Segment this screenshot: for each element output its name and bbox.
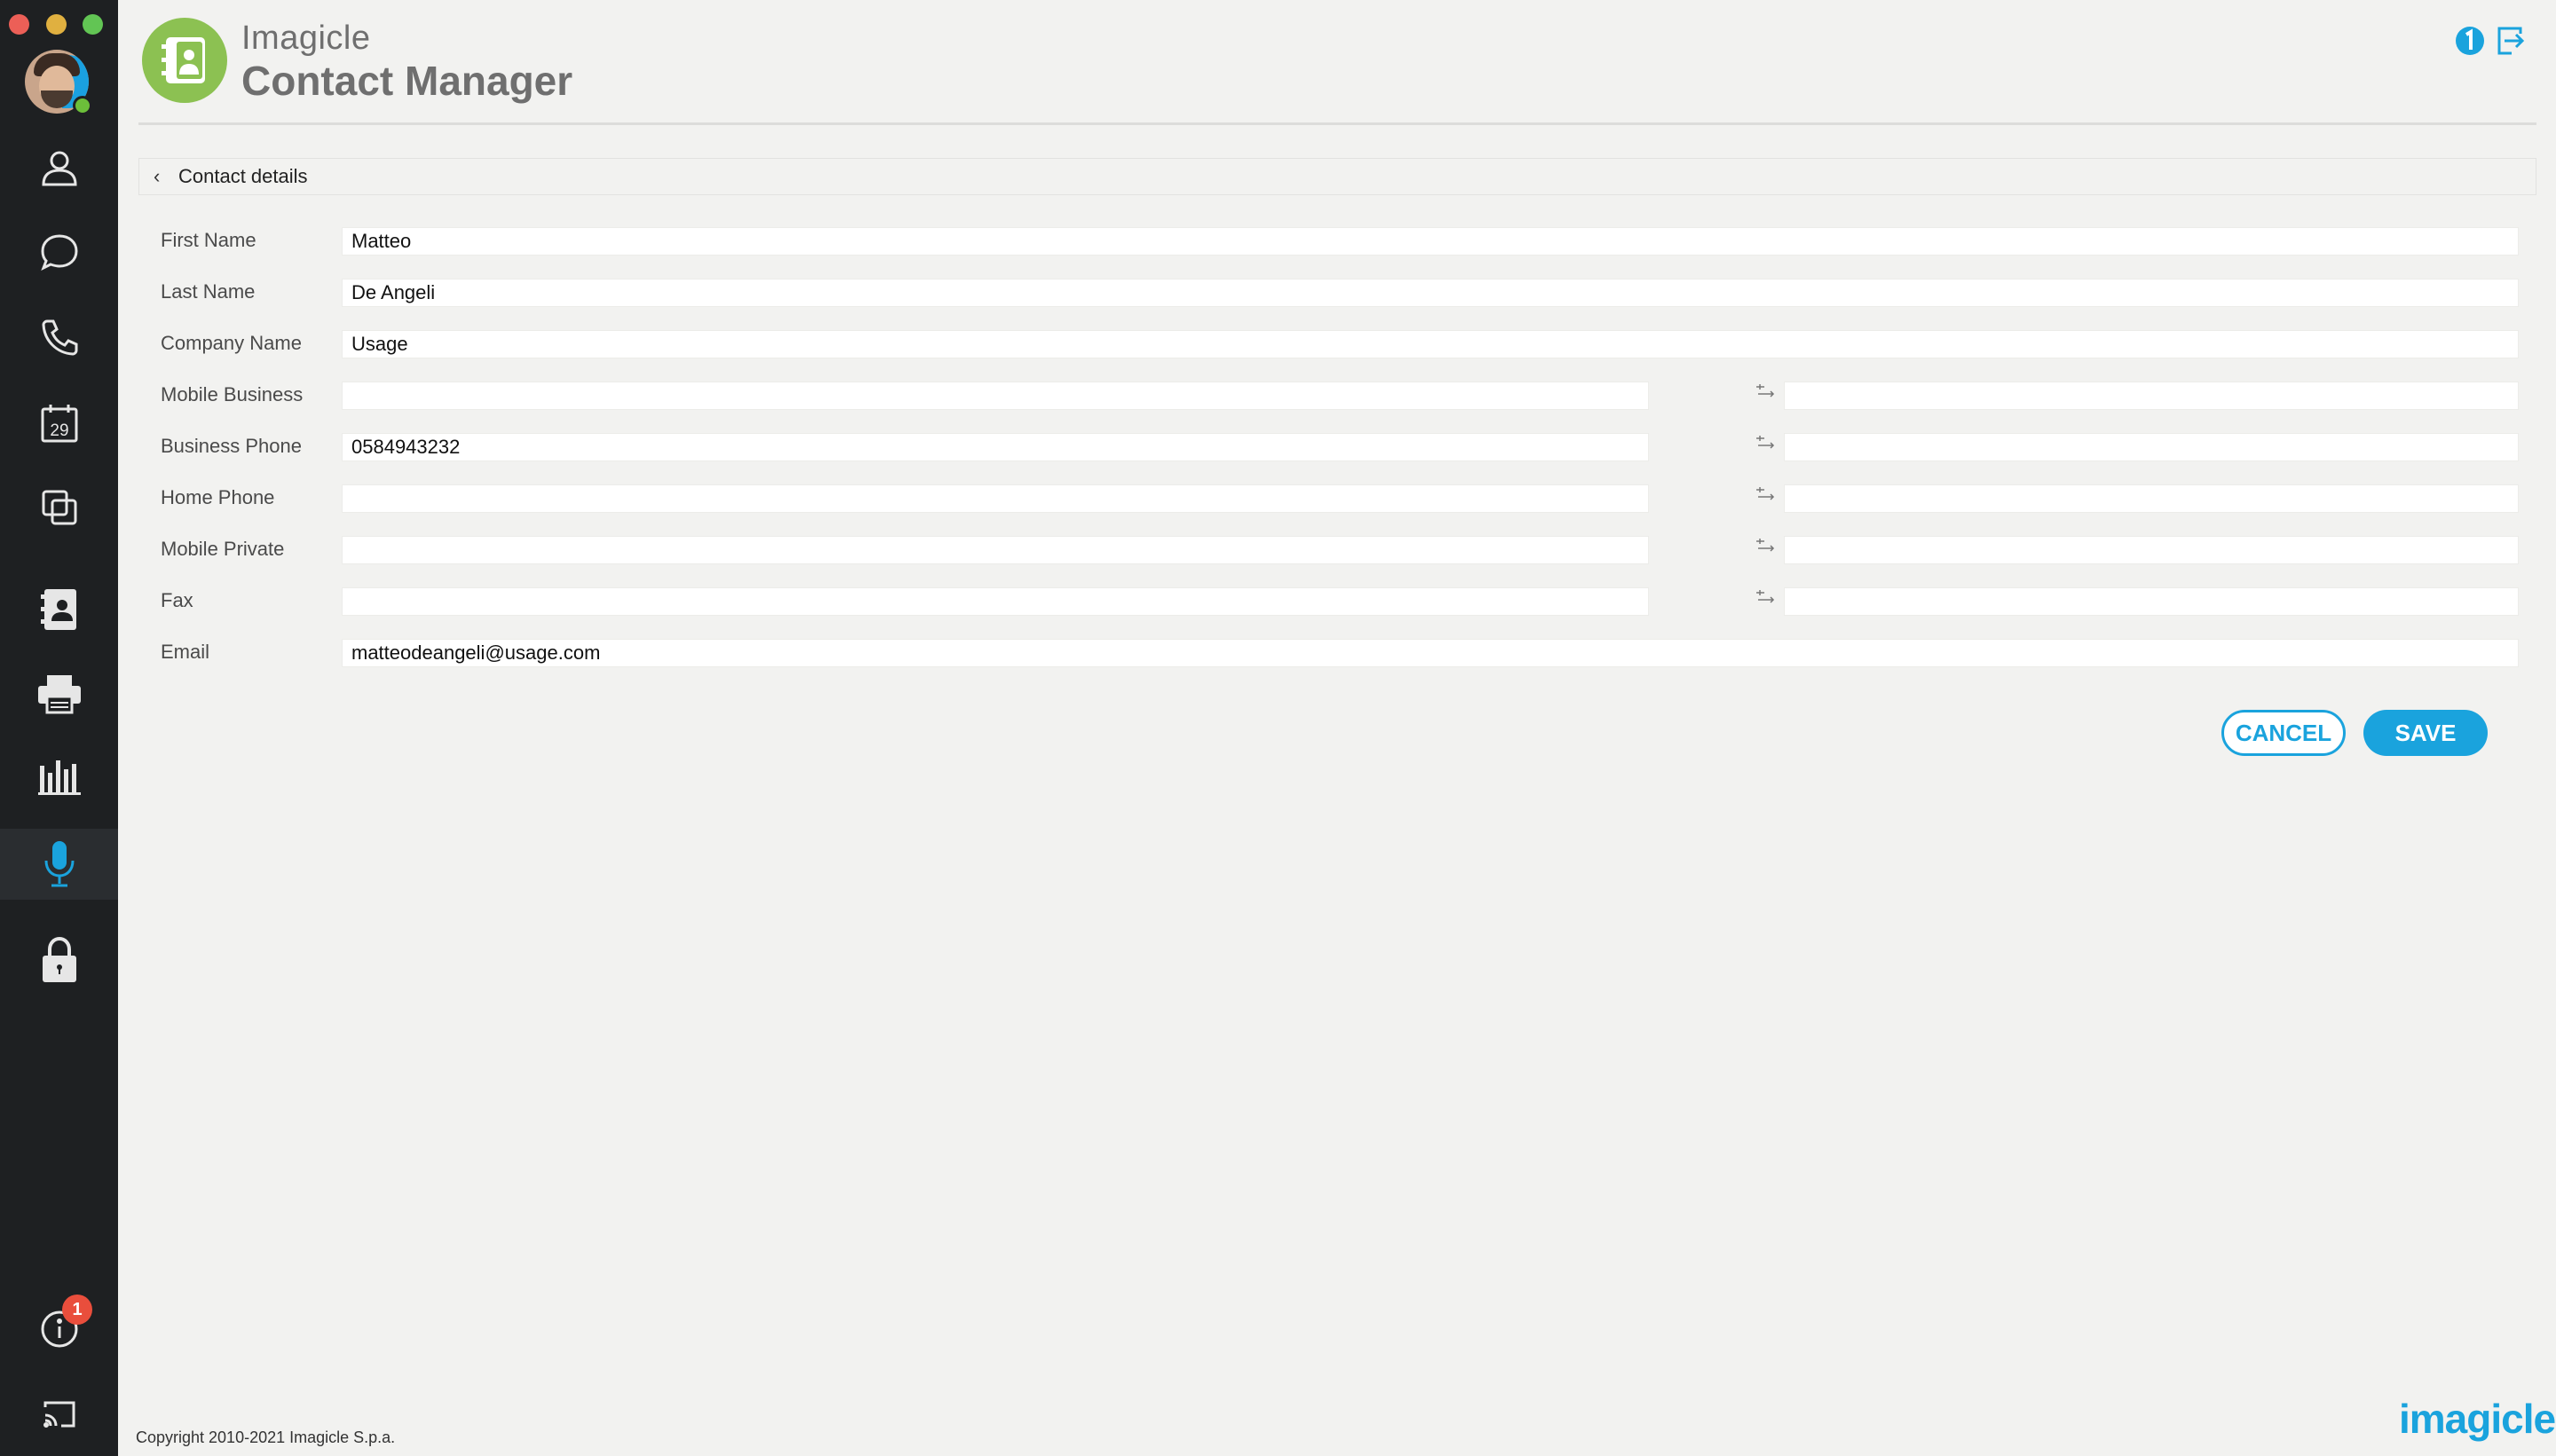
email-field[interactable]: matteodeangeli@usage.com	[342, 639, 2519, 667]
back-chevron-icon[interactable]: ‹	[154, 165, 173, 188]
cast-icon	[43, 1401, 75, 1428]
sidebar-item-fax[interactable]	[0, 658, 118, 729]
business-phone-field[interactable]: 0584943232	[342, 433, 1649, 461]
mobile-private-field[interactable]	[342, 536, 1649, 564]
window-maximize-button[interactable]	[83, 14, 103, 35]
copy-windows-icon	[42, 490, 76, 525]
sidebar-item-contact-manager[interactable]	[0, 574, 118, 645]
brand-name: Imagicle	[241, 20, 371, 57]
number-format-icon[interactable]	[1754, 484, 1777, 502]
header-divider	[138, 122, 2536, 125]
contact-book-icon	[162, 37, 205, 83]
calendar-icon: 29	[41, 405, 77, 443]
notification-badge: 1	[62, 1295, 92, 1325]
last-name-field[interactable]: De Angeli	[342, 279, 2519, 307]
home-phone-label: Home Phone	[161, 486, 275, 508]
app-title: Contact Manager	[241, 58, 573, 104]
page-title: Contact details	[178, 165, 308, 187]
mobile-private-label: Mobile Private	[161, 538, 285, 560]
business-phone-extra-field[interactable]	[1784, 433, 2519, 461]
contact-manager-logo	[142, 18, 227, 103]
window-minimize-button[interactable]	[46, 14, 67, 35]
help-icon[interactable]	[2454, 25, 2486, 57]
imagicle-logo: imagicle	[2399, 1396, 2556, 1442]
mobile-business-field[interactable]	[342, 382, 1649, 410]
phone-icon	[41, 319, 77, 356]
sidebar-item-calendar[interactable]: 29	[0, 388, 118, 459]
logout-icon[interactable]	[2494, 25, 2526, 57]
fax-extra-field[interactable]	[1784, 587, 2519, 616]
presence-indicator	[73, 96, 92, 115]
business-phone-label: Business Phone	[161, 435, 302, 457]
sidebar-item-windows[interactable]	[0, 472, 118, 543]
home-phone-field[interactable]	[342, 484, 1649, 513]
mobile-business-extra-field[interactable]	[1784, 382, 2519, 410]
last-name-label: Last Name	[161, 280, 256, 303]
email-label: Email	[161, 641, 210, 663]
first-name-field[interactable]: Matteo	[342, 227, 2519, 256]
bar-chart-icon	[37, 760, 81, 795]
sidebar-item-chat[interactable]	[0, 216, 118, 287]
copyright: Copyright 2010-2021 Imagicle S.p.a.	[136, 1428, 396, 1446]
contact-manager-book-icon	[40, 589, 76, 630]
first-name-label: First Name	[161, 229, 256, 251]
mobile-private-extra-field[interactable]	[1784, 536, 2519, 564]
fax-printer-icon	[37, 675, 81, 714]
save-button[interactable]: SAVE	[2363, 710, 2488, 756]
number-format-icon[interactable]	[1754, 536, 1777, 554]
cancel-button[interactable]: CANCEL	[2221, 710, 2346, 756]
sidebar-item-info[interactable]	[0, 1294, 118, 1365]
fax-label: Fax	[161, 589, 193, 611]
sidebar-item-lock[interactable]	[0, 925, 118, 996]
number-format-icon[interactable]	[1754, 587, 1777, 605]
sidebar-item-reports[interactable]	[0, 740, 118, 811]
company-name-label: Company Name	[161, 332, 302, 354]
sidebar-item-contacts[interactable]	[0, 131, 118, 202]
contacts-person-icon	[41, 151, 77, 186]
lock-icon	[42, 936, 76, 982]
sidebar: 29 1	[0, 0, 118, 1456]
mobile-business-label: Mobile Business	[161, 383, 304, 405]
sidebar-item-phone[interactable]	[0, 302, 118, 373]
home-phone-extra-field[interactable]	[1784, 484, 2519, 513]
window-close-button[interactable]	[9, 14, 29, 35]
microphone-icon	[44, 841, 74, 887]
number-format-icon[interactable]	[1754, 433, 1777, 451]
chat-bubble-icon	[40, 234, 78, 272]
calendar-day: 29	[50, 421, 68, 440]
fax-field[interactable]	[342, 587, 1649, 616]
sidebar-item-cast[interactable]	[0, 1379, 118, 1450]
breadcrumb: ‹ Contact details	[138, 158, 2536, 195]
company-name-field[interactable]: Usage	[342, 330, 2519, 358]
number-format-icon[interactable]	[1754, 382, 1777, 399]
sidebar-item-voice[interactable]	[0, 829, 118, 900]
